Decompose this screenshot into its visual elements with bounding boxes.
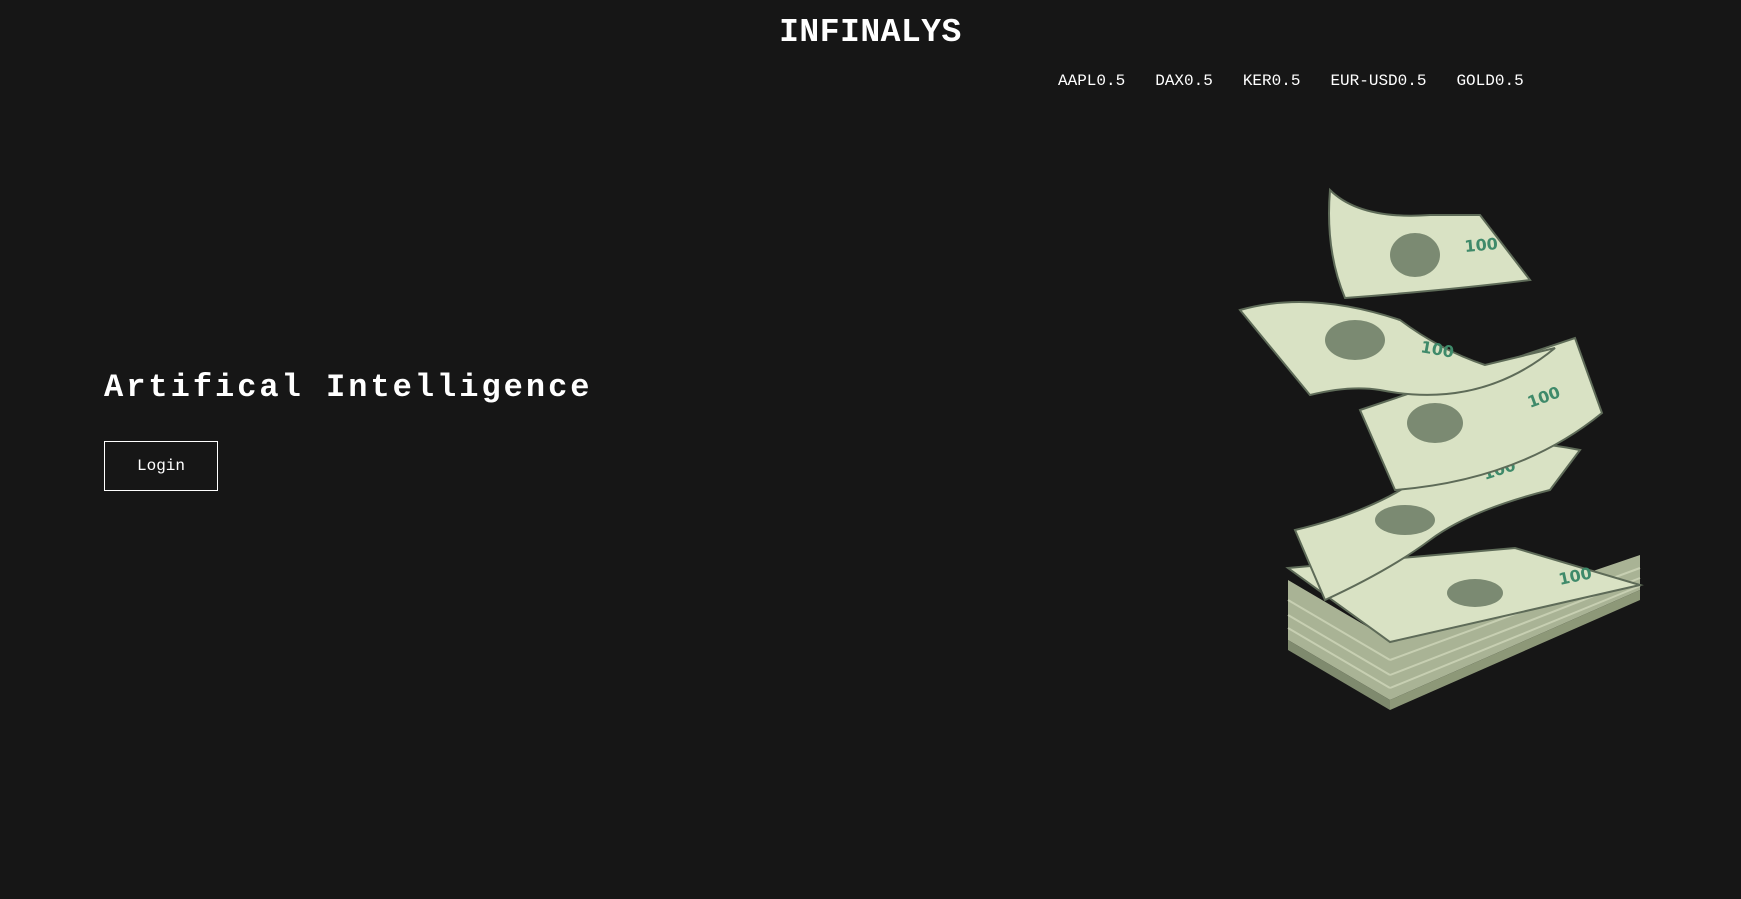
login-button[interactable]: Login [104,441,218,491]
brand-logo[interactable]: INFINALYS [0,14,1741,51]
money-stack-illustration: 100 100 100 100 100 [1238,187,1644,710]
ticker-item-gold[interactable]: GOLD0.5 [1456,72,1523,90]
bill-flying-1: 100 [1328,187,1532,300]
ticker-item-dax[interactable]: DAX0.5 [1155,72,1213,90]
ticker-item-aapl[interactable]: AAPL0.5 [1058,72,1125,90]
ticker-bar: AAPL0.5 DAX0.5 KER0.5 EUR-USD0.5 GOLD0.5 [1058,72,1524,90]
ticker-item-ker[interactable]: KER0.5 [1243,72,1301,90]
page: INFINALYS AAPL0.5 DAX0.5 KER0.5 EUR-USD0… [0,0,1741,899]
ticker-item-eur-usd[interactable]: EUR-USD0.5 [1330,72,1426,90]
hero-title: Artifical Intelligence [104,369,593,406]
svg-text:100: 100 [1464,234,1499,256]
